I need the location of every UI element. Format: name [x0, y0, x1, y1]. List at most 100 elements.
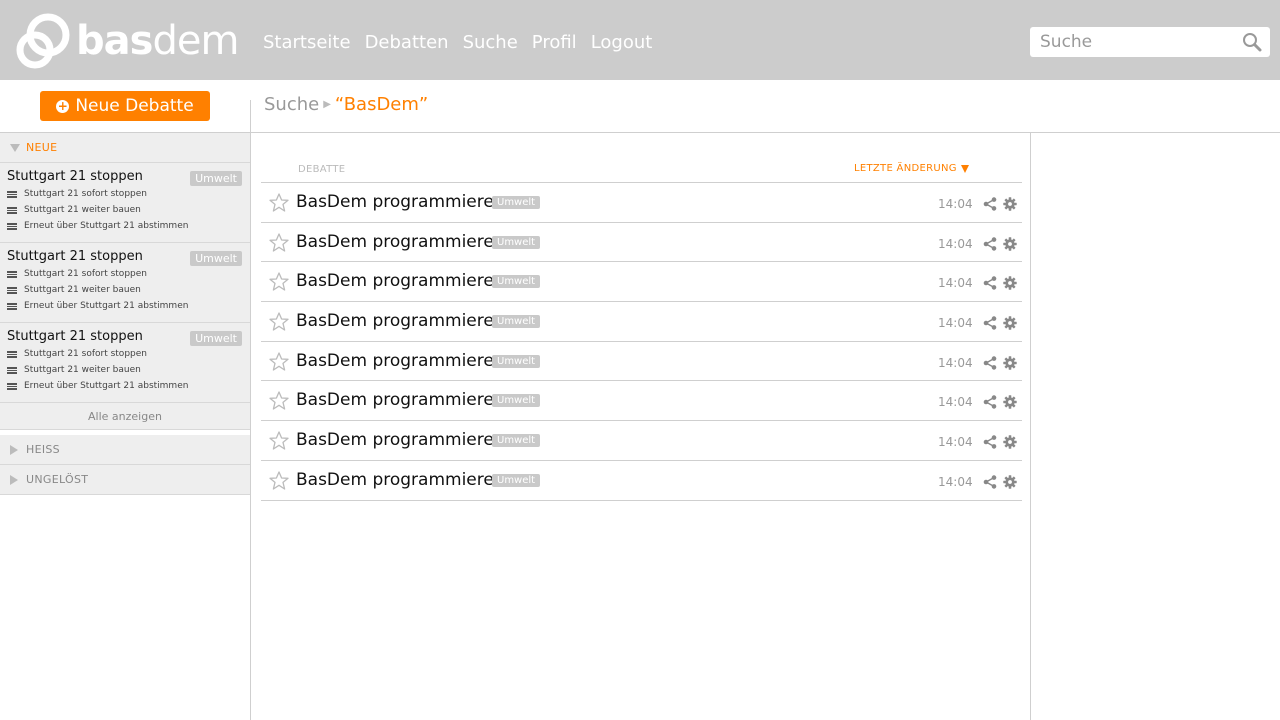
last-changed-time: 14:04	[938, 236, 973, 251]
last-changed-time: 14:04	[938, 197, 973, 211]
option-label: Stuttgart 21 weiter bauen	[24, 285, 141, 295]
debate-title[interactable]: BasDem programmieren	[296, 430, 505, 450]
category-tag[interactable]: Umwelt	[492, 315, 541, 329]
share-icon[interactable]	[983, 236, 997, 251]
share-icon[interactable]	[983, 355, 997, 370]
table-row[interactable]: BasDem programmieren Umwelt 14:04	[261, 183, 1022, 223]
share-icon[interactable]	[983, 315, 997, 330]
list-icon	[7, 350, 17, 358]
debate-title[interactable]: BasDem programmieren	[296, 351, 505, 371]
sort-desc-icon	[960, 164, 969, 173]
search-input[interactable]	[1030, 27, 1230, 57]
last-changed-time: 14:04	[938, 355, 973, 370]
new-debate-button[interactable]: + Neue Debatte	[40, 91, 210, 121]
star-icon[interactable]	[269, 233, 289, 252]
debate-option[interactable]: Erneut über Stuttgart 21 abstimmen	[7, 380, 243, 392]
star-icon[interactable]	[269, 312, 289, 331]
gear-icon[interactable]	[1003, 474, 1017, 489]
share-icon[interactable]	[983, 434, 997, 449]
star-icon[interactable]	[269, 193, 289, 212]
breadcrumb: Suche ▶ “BasDem”	[264, 94, 428, 115]
table-row[interactable]: BasDem programmieren Umwelt 14:04	[261, 461, 1022, 501]
section-unsolved-header[interactable]: UNGELÖST	[0, 465, 250, 495]
sidebar-debate[interactable]: Stuttgart 21 stoppen Umwelt Stuttgart 21…	[0, 323, 250, 403]
category-tag[interactable]: Umwelt	[190, 251, 242, 266]
share-icon[interactable]	[983, 474, 997, 489]
gear-icon[interactable]	[1003, 315, 1017, 330]
list-icon	[7, 270, 17, 278]
sidebar-debate[interactable]: Stuttgart 21 stoppen Umwelt Stuttgart 21…	[0, 243, 250, 323]
share-icon[interactable]	[983, 196, 997, 211]
sub-header: + Neue Debatte Suche ▶ “BasDem”	[0, 80, 1280, 133]
table-row[interactable]: BasDem programmieren Umwelt 14:04	[261, 223, 1022, 263]
category-tag[interactable]: Umwelt	[492, 275, 541, 289]
list-icon	[7, 366, 17, 374]
debate-title[interactable]: BasDem programmieren	[296, 232, 505, 252]
star-icon[interactable]	[269, 471, 289, 490]
debate-title[interactable]: BasDem programmieren	[296, 271, 505, 291]
column-header-debate[interactable]: DEBATTE	[298, 164, 345, 175]
category-tag[interactable]: Umwelt	[492, 473, 541, 487]
triangle-right-icon	[10, 444, 18, 455]
share-icon[interactable]	[983, 394, 997, 410]
table-row[interactable]: BasDem programmieren Umwelt 14:04	[261, 262, 1022, 303]
show-all-link[interactable]: Alle anzeigen	[0, 403, 250, 430]
star-icon[interactable]	[269, 272, 289, 292]
column-header-last-changed[interactable]: LETZTE ÄNDERUNG	[854, 163, 969, 174]
debate-option[interactable]: Stuttgart 21 weiter bauen	[7, 284, 243, 296]
sidebar-divider	[250, 100, 251, 720]
debate-option[interactable]: Erneut über Stuttgart 21 abstimmen	[7, 220, 243, 232]
table-row[interactable]: BasDem programmieren Umwelt 14:04	[261, 381, 1022, 422]
gear-icon[interactable]	[1003, 196, 1017, 211]
category-tag[interactable]: Umwelt	[492, 434, 541, 448]
last-changed-time: 14:04	[938, 474, 973, 489]
main-nav: Startseite Debatten Suche Profil Logout	[263, 32, 652, 53]
debate-title[interactable]: BasDem programmieren	[296, 192, 505, 212]
share-icon[interactable]	[983, 275, 997, 291]
table-row[interactable]: BasDem programmieren Umwelt 14:04	[261, 421, 1022, 461]
table-row[interactable]: BasDem programmieren Umwelt 14:04	[261, 342, 1022, 382]
star-icon[interactable]	[269, 431, 289, 450]
nav-debatten[interactable]: Debatten	[365, 32, 449, 53]
list-icon	[7, 190, 17, 198]
nav-startseite[interactable]: Startseite	[263, 32, 351, 53]
category-tag[interactable]: Umwelt	[190, 171, 242, 186]
star-icon[interactable]	[269, 391, 289, 411]
section-hot-header[interactable]: HEISS	[0, 435, 250, 465]
list-icon	[7, 222, 17, 230]
breadcrumb-search[interactable]: Suche	[264, 94, 319, 115]
debate-option[interactable]: Stuttgart 21 sofort stoppen	[7, 188, 243, 200]
category-tag[interactable]: Umwelt	[492, 235, 541, 249]
table-body: BasDem programmieren Umwelt 14:04 BasDem pr…	[261, 183, 1022, 501]
list-icon	[7, 302, 17, 310]
nav-profil[interactable]: Profil	[532, 32, 577, 53]
gear-icon[interactable]	[1003, 355, 1017, 370]
debate-option[interactable]: Erneut über Stuttgart 21 abstimmen	[7, 300, 243, 312]
gear-icon[interactable]	[1003, 394, 1017, 410]
star-icon[interactable]	[269, 352, 289, 371]
debate-option[interactable]: Stuttgart 21 weiter bauen	[7, 204, 243, 216]
debate-title[interactable]: BasDem programmieren	[296, 470, 505, 490]
gear-icon[interactable]	[1003, 434, 1017, 449]
debate-option[interactable]: Stuttgart 21 weiter bauen	[7, 364, 243, 376]
category-tag[interactable]: Umwelt	[492, 354, 541, 368]
debate-title[interactable]: BasDem programmieren	[296, 390, 505, 410]
gear-icon[interactable]	[1003, 236, 1017, 251]
section-new-header[interactable]: NEUE	[0, 133, 250, 163]
logo-text: basdem	[76, 18, 239, 64]
search-icon[interactable]	[1242, 32, 1262, 52]
nav-suche[interactable]: Suche	[463, 32, 518, 53]
last-changed-time: 14:04	[938, 435, 973, 450]
table-row[interactable]: BasDem programmieren Umwelt 14:04	[261, 302, 1022, 342]
option-label: Stuttgart 21 weiter bauen	[24, 365, 141, 375]
sidebar-debate[interactable]: Stuttgart 21 stoppen Umwelt Stuttgart 21…	[0, 163, 250, 243]
category-tag[interactable]: Umwelt	[492, 394, 541, 408]
nav-logout[interactable]: Logout	[591, 32, 653, 53]
debate-option[interactable]: Stuttgart 21 sofort stoppen	[7, 268, 243, 280]
debate-option[interactable]: Stuttgart 21 sofort stoppen	[7, 348, 243, 360]
basdem-logo[interactable]: basdem	[14, 12, 239, 70]
debate-title[interactable]: BasDem programmieren	[296, 311, 505, 331]
gear-icon[interactable]	[1003, 275, 1017, 291]
category-tag[interactable]: Umwelt	[190, 331, 242, 346]
category-tag[interactable]: Umwelt	[492, 196, 541, 209]
